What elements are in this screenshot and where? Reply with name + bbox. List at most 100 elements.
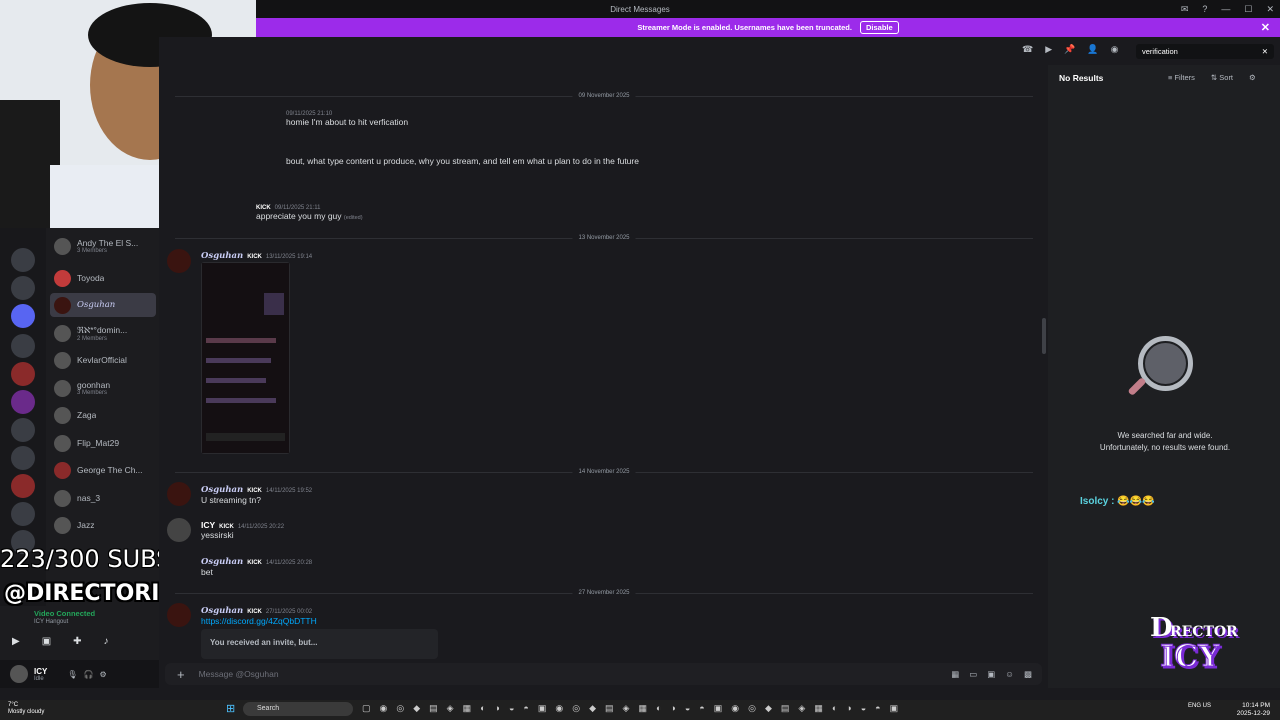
invite-link[interactable]: https://discord.gg/4ZqQbDTTH <box>201 616 317 626</box>
app-icon[interactable]: ◑ <box>670 703 675 714</box>
app-icon[interactable]: ▣ <box>890 703 899 714</box>
emoji-icon[interactable]: ☺ <box>1005 669 1014 680</box>
activity-icon[interactable]: ✚ <box>73 636 81 647</box>
maximize-icon[interactable]: ☐ <box>1244 4 1252 15</box>
app-icon[interactable]: ▢ <box>362 703 371 714</box>
filters-button[interactable]: ≡ Filters <box>1168 73 1195 82</box>
taskbar-search[interactable]: Search <box>243 702 353 716</box>
app-icon[interactable]: ▣ <box>714 703 723 714</box>
app-icon[interactable]: ◈ <box>447 703 454 714</box>
scrollbar[interactable] <box>1042 318 1046 354</box>
app-icon[interactable]: ◒ <box>509 703 514 714</box>
app-icon[interactable]: ◎ <box>748 703 756 714</box>
dm-item[interactable]: Toyoda <box>50 266 156 290</box>
dm-item[interactable]: nas_3 <box>50 486 156 510</box>
app-icon[interactable]: ◓ <box>875 703 880 714</box>
disable-button[interactable]: Disable <box>859 21 899 34</box>
app-icon[interactable]: ◐ <box>832 703 837 714</box>
app-icon[interactable]: ◓ <box>699 703 704 714</box>
app-icon[interactable]: ◐ <box>480 703 485 714</box>
dm-item[interactable]: ℜℵ*°domin... 2 Members <box>50 321 156 345</box>
image-attachment[interactable] <box>201 262 290 454</box>
app-icon[interactable]: ◑ <box>495 703 500 714</box>
mic-icon[interactable]: 🎙 <box>67 670 77 679</box>
app-icon[interactable]: ◎ <box>572 703 580 714</box>
server-icon[interactable] <box>11 390 35 414</box>
username[interactable]: Osguhan <box>201 251 243 261</box>
app-icon[interactable]: ◐ <box>656 703 661 714</box>
apps-icon[interactable]: ▩ <box>1024 669 1032 680</box>
app-icon[interactable]: ▦ <box>638 703 647 714</box>
app-icon[interactable]: ◉ <box>380 703 388 714</box>
app-icon[interactable]: ◎ <box>396 703 404 714</box>
minimize-icon[interactable]: — <box>1221 4 1230 14</box>
app-icon[interactable]: ◆ <box>765 703 772 714</box>
app-icon[interactable]: ◓ <box>523 703 528 714</box>
profile-icon[interactable]: ◉ <box>1111 44 1119 55</box>
app-icon[interactable]: ▤ <box>605 703 614 714</box>
app-icon[interactable]: ◈ <box>798 703 805 714</box>
pin-icon[interactable]: 📌 <box>1064 44 1075 55</box>
banner-close-icon[interactable]: ✕ <box>1261 21 1270 34</box>
app-icon[interactable]: ◆ <box>589 703 596 714</box>
dm-item[interactable]: KevlarOfficial <box>50 348 156 372</box>
app-icon[interactable]: ▤ <box>781 703 790 714</box>
language-indicator[interactable]: ENG US <box>1188 703 1211 710</box>
dm-item-active[interactable]: Osguhan <box>50 293 156 317</box>
server-icon[interactable] <box>11 248 35 272</box>
dm-item[interactable]: Andy The El S... 3 Members <box>50 234 156 258</box>
settings-icon[interactable]: ⚙ <box>1249 73 1256 82</box>
add-attachment-icon[interactable]: + <box>177 667 185 682</box>
search-input[interactable]: verification ✕ <box>1136 44 1274 59</box>
close-window-icon[interactable]: ✕ <box>1266 4 1274 15</box>
username[interactable]: Osguhan <box>201 606 243 616</box>
dm-item[interactable]: Zaga <box>50 403 156 427</box>
settings-icon[interactable]: ⚙ <box>99 670 106 679</box>
message-composer[interactable]: + Message @Osguhan ▦ ▭ ▣ ☺ ▩ <box>165 663 1042 685</box>
avatar[interactable] <box>167 518 191 542</box>
app-icon[interactable]: ▤ <box>429 703 438 714</box>
server-icon[interactable] <box>11 446 35 470</box>
add-friend-icon[interactable]: 👤 <box>1087 44 1098 55</box>
server-icon[interactable] <box>11 276 35 300</box>
server-icon[interactable] <box>11 304 35 328</box>
avatar[interactable] <box>10 665 28 683</box>
gif-icon[interactable]: ▭ <box>969 669 977 680</box>
avatar[interactable] <box>167 482 191 506</box>
dm-item[interactable]: goonhan 3 Members <box>50 376 156 400</box>
app-icon[interactable]: ◉ <box>731 703 739 714</box>
app-icon[interactable]: ▦ <box>814 703 823 714</box>
weather-widget[interactable]: 7°C Mostly cloudy <box>8 702 44 716</box>
clear-search-icon[interactable]: ✕ <box>1262 47 1268 56</box>
dm-item[interactable]: Flip_Mat29 <box>50 431 156 455</box>
sticker-icon[interactable]: ▣ <box>987 669 995 680</box>
username[interactable]: Osguhan <box>201 485 243 495</box>
windows-start-icon[interactable]: ⊞ <box>226 702 235 715</box>
app-icon[interactable]: ◒ <box>861 703 866 714</box>
dm-item[interactable]: George The Ch... <box>50 458 156 482</box>
soundboard-icon[interactable]: ♪ <box>104 636 109 647</box>
app-icon[interactable]: ◉ <box>555 703 563 714</box>
gift-icon[interactable]: ▦ <box>951 669 959 680</box>
headset-icon[interactable]: 🎧 <box>84 670 94 679</box>
dm-item[interactable]: Jazz <box>50 513 156 537</box>
app-icon[interactable]: ◆ <box>413 703 420 714</box>
app-icon[interactable]: ◑ <box>846 703 851 714</box>
server-icon[interactable] <box>11 502 35 526</box>
username[interactable]: Osguhan <box>201 557 243 567</box>
server-icon[interactable] <box>11 474 35 498</box>
server-icon[interactable] <box>11 334 35 358</box>
app-icon[interactable]: ◒ <box>685 703 690 714</box>
app-icon[interactable]: ◈ <box>623 703 630 714</box>
server-icon[interactable] <box>11 418 35 442</box>
avatar[interactable] <box>167 249 191 273</box>
app-icon[interactable]: ▦ <box>463 703 472 714</box>
sort-button[interactable]: ⇅ Sort <box>1211 73 1233 82</box>
screen-share-icon[interactable]: ▣ <box>42 636 51 647</box>
username[interactable]: ICY <box>201 520 215 530</box>
inbox-icon[interactable]: ✉ <box>1181 4 1189 15</box>
avatar[interactable] <box>167 603 191 627</box>
app-icon[interactable]: ▣ <box>538 703 547 714</box>
server-icon[interactable] <box>11 362 35 386</box>
clock[interactable]: 10:14 PM 2025-12-29 <box>1237 702 1270 718</box>
